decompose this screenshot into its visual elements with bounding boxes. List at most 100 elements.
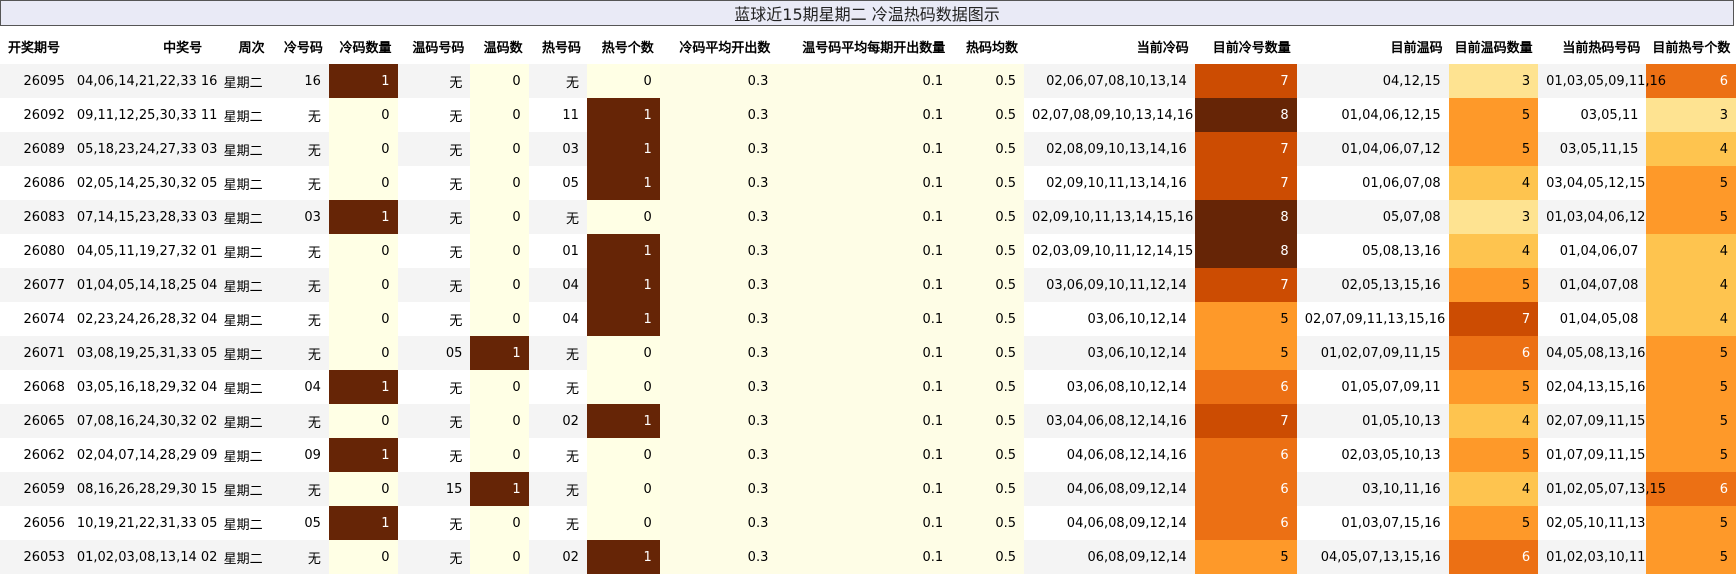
hot-number-cell: 无 bbox=[528, 438, 587, 472]
current-hot-cell: 01,03,04,06,12 bbox=[1538, 200, 1647, 234]
warm-avg-cell: 0.1 bbox=[776, 540, 952, 574]
hot-count-cell: 0 bbox=[586, 336, 660, 370]
cold-number-cell: 无 bbox=[270, 234, 329, 268]
current-warm-cell: 02,05,13,15,16 bbox=[1296, 268, 1449, 302]
current-hot-count-cell: 5 bbox=[1646, 438, 1736, 472]
table-row: 26095 04,06,14,21,22,33 16 星期二 16 1 无 0 无 0 0.3 0.… bbox=[0, 64, 1736, 98]
col-header[interactable]: 冷码平均开出数 bbox=[659, 28, 777, 64]
cold-avg-cell: 0.3 bbox=[659, 506, 777, 540]
hot-number-cell: 05 bbox=[528, 166, 587, 200]
current-warm-count-cell: 4 bbox=[1448, 234, 1539, 268]
hot-number-cell: 无 bbox=[528, 64, 587, 98]
hot-count-cell: 1 bbox=[586, 234, 660, 268]
week-cell: 星期二 bbox=[208, 98, 271, 132]
col-header[interactable]: 热码均数 bbox=[951, 28, 1025, 64]
current-warm-cell: 01,02,07,09,11,15 bbox=[1296, 336, 1449, 370]
week-cell: 星期二 bbox=[208, 132, 271, 166]
cold-avg-cell: 0.3 bbox=[659, 268, 777, 302]
col-header[interactable]: 冷码数量 bbox=[328, 28, 398, 64]
current-cold-cell: 04,06,08,12,14,16 bbox=[1024, 438, 1195, 472]
numbers-cell: 04,05,11,19,27,32 01 bbox=[72, 234, 217, 268]
col-header[interactable]: 目前温码数量 bbox=[1448, 28, 1539, 64]
col-header[interactable]: 目前温码 bbox=[1296, 28, 1449, 64]
cold-number-cell: 无 bbox=[270, 404, 329, 438]
cold-number-cell: 16 bbox=[270, 64, 329, 98]
col-header[interactable]: 开奖期号 bbox=[0, 28, 73, 64]
cold-count-cell: 0 bbox=[328, 234, 398, 268]
cold-count-cell: 0 bbox=[328, 302, 398, 336]
cold-avg-cell: 0.3 bbox=[659, 234, 777, 268]
cold-warm-hot-table: 开奖期号 中奖号 周次 冷号码 冷码数量 温码号码 温码数 热号码 热号个数 冷… bbox=[0, 28, 1736, 574]
current-cold-count-cell: 7 bbox=[1194, 268, 1297, 302]
current-warm-cell: 01,04,06,12,15 bbox=[1296, 98, 1449, 132]
cold-avg-cell: 0.3 bbox=[659, 98, 777, 132]
current-warm-cell: 02,07,09,11,13,15,16 bbox=[1296, 302, 1449, 336]
warm-avg-cell: 0.1 bbox=[776, 132, 952, 166]
warm-number-cell: 无 bbox=[397, 540, 471, 574]
col-header[interactable]: 热号码 bbox=[528, 28, 587, 64]
col-header[interactable]: 中奖号 bbox=[72, 28, 209, 64]
cold-count-cell: 0 bbox=[328, 336, 398, 370]
table-row: 26065 07,08,16,24,30,32 02 星期二无 0 无 0 02 1 0.3 0.… bbox=[0, 404, 1736, 438]
cold-avg-cell: 0.3 bbox=[659, 336, 777, 370]
current-cold-count-cell: 8 bbox=[1194, 200, 1297, 234]
current-hot-cell: 02,05,10,11,13 bbox=[1538, 506, 1647, 540]
hot-avg-cell: 0.5 bbox=[951, 268, 1025, 302]
col-header[interactable]: 目前热号个数 bbox=[1646, 28, 1736, 64]
table-row: 26056 10,19,21,22,31,33 05 星期二 05 1 无 0 无 0 0.3 0.… bbox=[0, 506, 1736, 540]
hot-count-cell: 0 bbox=[586, 438, 660, 472]
cold-count-cell: 0 bbox=[328, 98, 398, 132]
numbers-cell: 05,18,23,24,27,33 03 bbox=[72, 132, 217, 166]
table-row: 26059 08,16,26,28,29,30 15 星期二无 0 15 1 无 0 0.3 0.… bbox=[0, 472, 1736, 506]
hot-number-cell: 无 bbox=[528, 506, 587, 540]
cold-number-cell: 无 bbox=[270, 132, 329, 166]
cold-avg-cell: 0.3 bbox=[659, 540, 777, 574]
week-cell: 星期二 bbox=[208, 506, 271, 540]
table-row: 26083 07,14,15,23,28,33 03 星期二 03 1 无 0 无 0 0.3 0.… bbox=[0, 200, 1736, 234]
col-header[interactable]: 温码数 bbox=[470, 28, 529, 64]
numbers-cell: 03,08,19,25,31,33 05 bbox=[72, 336, 217, 370]
warm-count-cell: 1 bbox=[470, 472, 529, 506]
cold-count-cell: 1 bbox=[328, 438, 398, 472]
cold-count-cell: 0 bbox=[328, 166, 398, 200]
cold-count-cell: 1 bbox=[328, 370, 398, 404]
cold-avg-cell: 0.3 bbox=[659, 472, 777, 506]
current-warm-count-cell: 5 bbox=[1448, 132, 1539, 166]
warm-count-cell: 0 bbox=[470, 200, 529, 234]
issue-cell: 26092 bbox=[0, 98, 73, 132]
warm-avg-cell: 0.1 bbox=[776, 98, 952, 132]
current-cold-count-cell: 5 bbox=[1194, 336, 1297, 370]
issue-cell: 26065 bbox=[0, 404, 73, 438]
current-warm-count-cell: 5 bbox=[1448, 370, 1539, 404]
hot-number-cell: 01 bbox=[528, 234, 587, 268]
issue-cell: 26062 bbox=[0, 438, 73, 472]
week-cell: 星期二 bbox=[208, 336, 271, 370]
current-cold-cell: 04,06,08,09,12,14 bbox=[1024, 472, 1195, 506]
col-header[interactable]: 目前冷号数量 bbox=[1194, 28, 1297, 64]
warm-avg-cell: 0.1 bbox=[776, 166, 952, 200]
hot-avg-cell: 0.5 bbox=[951, 234, 1025, 268]
current-hot-count-cell: 5 bbox=[1646, 370, 1736, 404]
table-row: 26089 05,18,23,24,27,33 03 星期二无 0 无 0 03 1 0.3 0.… bbox=[0, 132, 1736, 166]
current-cold-count-cell: 7 bbox=[1194, 132, 1297, 166]
week-cell: 星期二 bbox=[208, 438, 271, 472]
cold-count-cell: 1 bbox=[328, 64, 398, 98]
current-cold-cell: 02,09,10,11,13,14,16 bbox=[1024, 166, 1195, 200]
warm-count-cell: 0 bbox=[470, 438, 529, 472]
col-header[interactable]: 冷号码 bbox=[270, 28, 329, 64]
week-cell: 星期二 bbox=[208, 302, 271, 336]
current-cold-count-cell: 6 bbox=[1194, 472, 1297, 506]
hot-avg-cell: 0.5 bbox=[951, 200, 1025, 234]
warm-count-cell: 0 bbox=[470, 268, 529, 302]
col-header[interactable]: 温码号码 bbox=[397, 28, 471, 64]
col-header[interactable]: 当前冷码 bbox=[1024, 28, 1195, 64]
warm-number-cell: 无 bbox=[397, 506, 471, 540]
current-warm-cell: 04,05,07,13,15,16 bbox=[1296, 540, 1449, 574]
table-row: 26077 01,04,05,14,18,25 04 星期二无 0 无 0 04 1 0.3 0.… bbox=[0, 268, 1736, 302]
issue-cell: 26056 bbox=[0, 506, 73, 540]
col-header[interactable]: 温号码平均每期开出数量 bbox=[776, 28, 952, 64]
col-header[interactable]: 热号个数 bbox=[586, 28, 660, 64]
col-header[interactable]: 周次 bbox=[208, 28, 271, 64]
col-header[interactable]: 当前热码号码 bbox=[1538, 28, 1647, 64]
table-row: 26068 03,05,16,18,29,32 04 星期二 04 1 无 0 无 0 0.3 0.… bbox=[0, 370, 1736, 404]
